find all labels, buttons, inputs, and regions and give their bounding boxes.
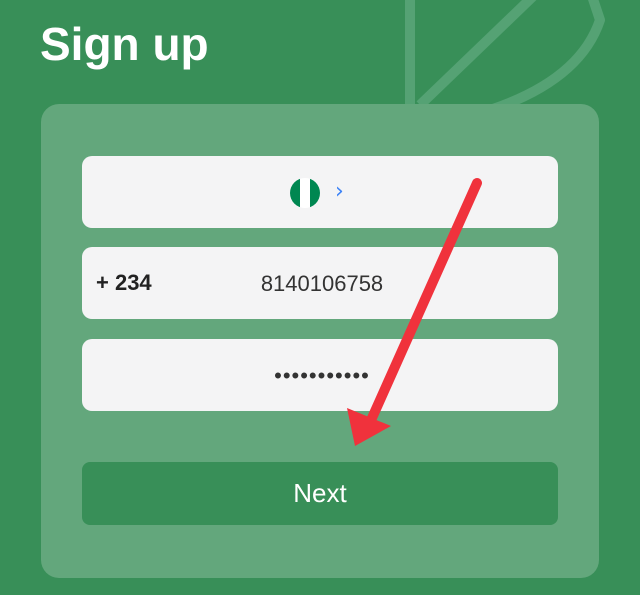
flag-stripe-right (310, 178, 320, 208)
next-button[interactable]: Next (82, 462, 558, 525)
phone-input[interactable] (202, 265, 442, 303)
flag-stripe-center (300, 178, 310, 208)
password-field (82, 339, 558, 411)
password-input[interactable] (202, 355, 442, 397)
phone-field: + 234 (82, 247, 558, 319)
flag-stripe-left (290, 178, 300, 208)
country-selector[interactable]: › (82, 156, 558, 228)
chevron-right-icon: › (335, 179, 344, 204)
background-leaf-logo (405, 0, 605, 110)
signup-form-card: › + 234 Next (41, 104, 599, 578)
page-title: Sign up (40, 18, 209, 70)
nigeria-flag-icon (290, 178, 320, 208)
dial-code: + 234 (96, 270, 152, 295)
signup-screen: Sign up › + 234 Next (0, 0, 640, 595)
